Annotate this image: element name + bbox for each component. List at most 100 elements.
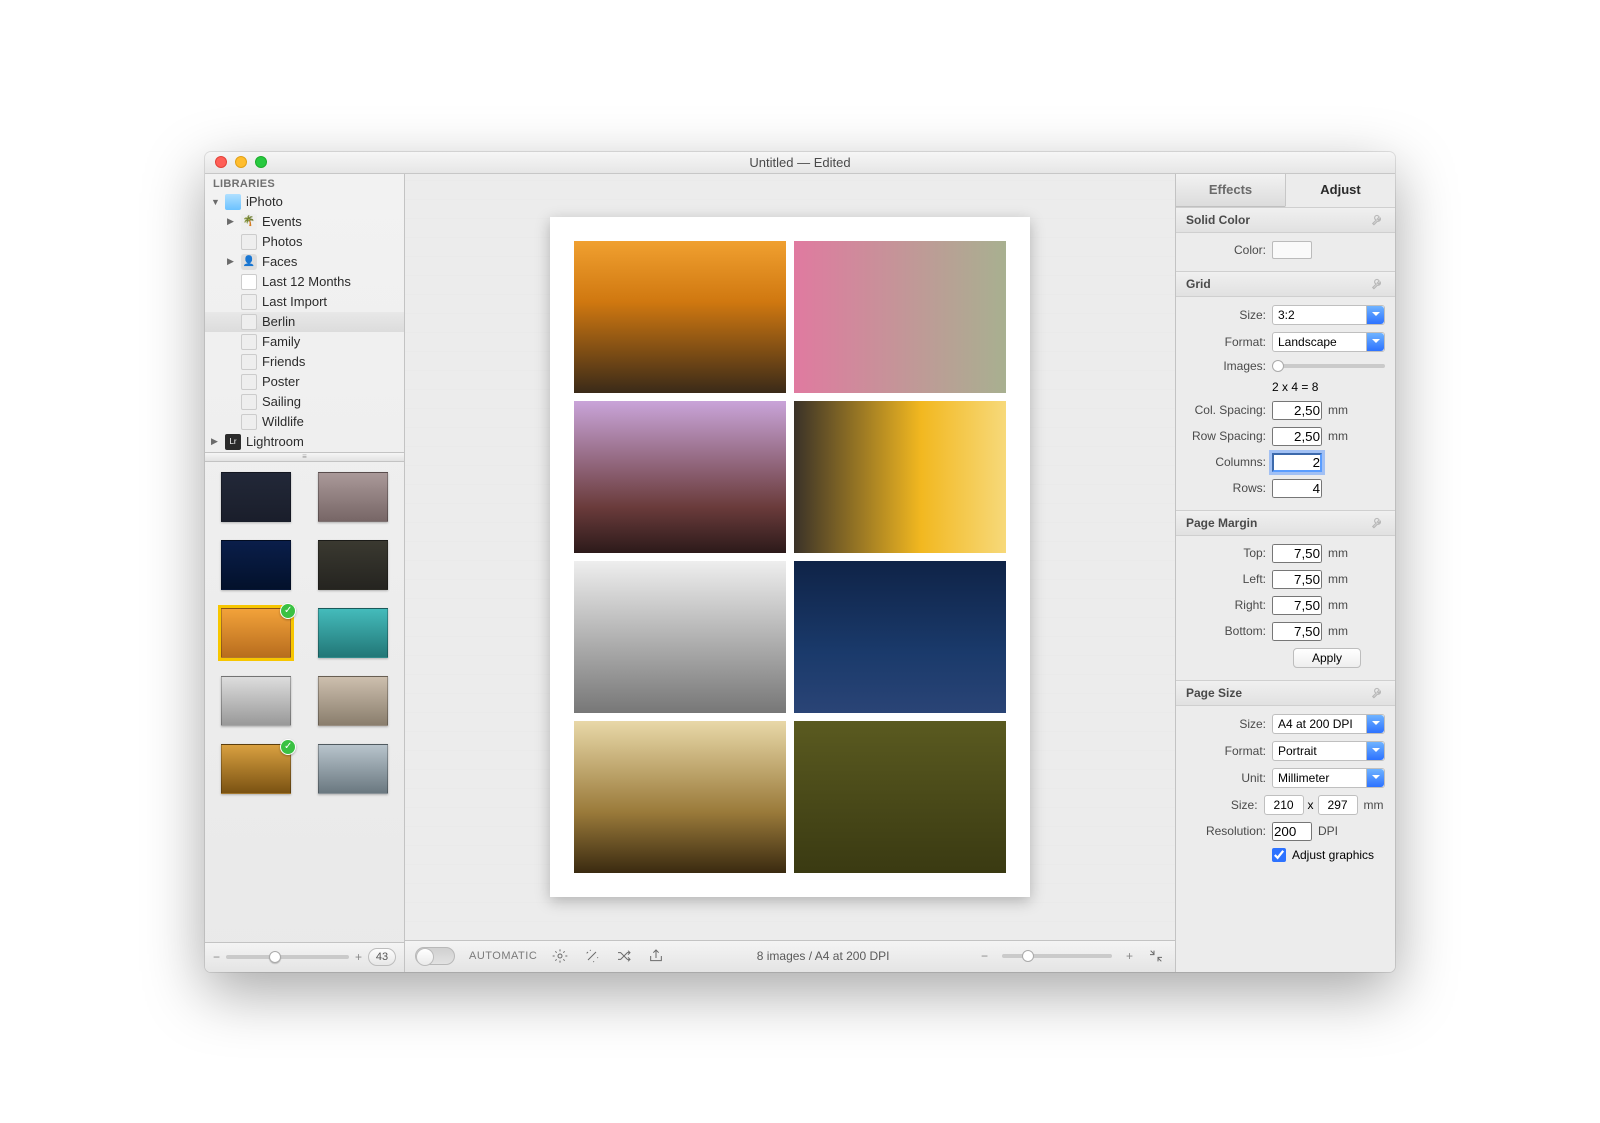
page-size-select[interactable]: A4 at 200 DPI xyxy=(1272,714,1385,734)
sidebar-item-events[interactable]: ▶ 🌴 Events xyxy=(205,212,404,232)
automatic-toggle[interactable] xyxy=(415,947,455,965)
wrench-icon[interactable] xyxy=(1371,213,1385,227)
magic-wand-icon[interactable] xyxy=(583,947,601,965)
sidebar-item-berlin[interactable]: Berlin xyxy=(205,312,404,332)
section-title: Grid xyxy=(1186,277,1211,291)
thumb-count-badge: 43 xyxy=(368,948,396,966)
wrench-icon[interactable] xyxy=(1371,277,1385,291)
calendar-icon xyxy=(241,274,257,290)
album-icon xyxy=(241,294,257,310)
disclosure-down-icon[interactable]: ▼ xyxy=(211,197,220,207)
sidebar-item-sailing[interactable]: Sailing xyxy=(205,392,404,412)
shuffle-icon[interactable] xyxy=(615,947,633,965)
grid-format-select[interactable]: Landscape xyxy=(1272,332,1385,352)
library-iphoto[interactable]: ▼ iPhoto xyxy=(205,192,404,212)
apply-button[interactable]: Apply xyxy=(1293,648,1361,668)
canvas-zoom-slider[interactable] xyxy=(1002,954,1112,958)
thumbnail[interactable] xyxy=(221,472,291,522)
margin-left-field[interactable] xyxy=(1272,570,1322,589)
rows-label: Rows: xyxy=(1186,481,1266,495)
page-format-select[interactable]: Portrait xyxy=(1272,741,1385,761)
disclosure-right-icon[interactable]: ▶ xyxy=(227,256,236,267)
sidebar-item-family[interactable]: Family xyxy=(205,332,404,352)
grid-images-formula: 2 x 4 = 8 xyxy=(1272,380,1318,394)
grid-cell[interactable] xyxy=(574,561,786,713)
gear-icon[interactable] xyxy=(551,947,569,965)
share-icon[interactable] xyxy=(647,947,665,965)
canvas-zoom-in[interactable]: + xyxy=(1126,949,1133,963)
margin-top-field[interactable] xyxy=(1272,544,1322,563)
sidebar-item-label: Wildlife xyxy=(262,414,304,429)
grid-cell[interactable] xyxy=(574,721,786,873)
sidebar-divider[interactable] xyxy=(205,452,404,462)
sidebar-item-friends[interactable]: Friends xyxy=(205,352,404,372)
sidebar-item-last12[interactable]: Last 12 Months xyxy=(205,272,404,292)
sidebar-item-label: Events xyxy=(262,214,302,229)
app-body: LIBRARIES ▼ iPhoto ▶ 🌴 Events Photos xyxy=(205,174,1395,972)
tab-effects[interactable]: Effects xyxy=(1176,174,1285,207)
sidebar-item-label: Photos xyxy=(262,234,302,249)
color-swatch[interactable] xyxy=(1272,241,1312,259)
adjust-graphics-checkbox[interactable] xyxy=(1272,848,1286,862)
page-size-label: Size: xyxy=(1186,717,1266,731)
grid-cell[interactable] xyxy=(794,561,1006,713)
row-spacing-field[interactable] xyxy=(1272,427,1322,446)
resolution-field[interactable] xyxy=(1272,822,1312,841)
sidebar-item-wildlife[interactable]: Wildlife xyxy=(205,412,404,432)
margin-bottom-field[interactable] xyxy=(1272,622,1322,641)
page-width-field[interactable] xyxy=(1264,795,1304,815)
grid-images-slider[interactable] xyxy=(1272,364,1385,368)
thumbnail[interactable] xyxy=(318,472,388,522)
app-window: Untitled — Edited LIBRARIES ▼ iPhoto ▶ 🌴… xyxy=(205,152,1395,972)
thumbnail[interactable] xyxy=(318,676,388,726)
exit-fullscreen-icon[interactable] xyxy=(1147,947,1165,965)
grid-cell[interactable] xyxy=(574,401,786,553)
chevron-down-icon xyxy=(1366,333,1384,351)
canvas-zoom-out[interactable]: − xyxy=(981,949,988,963)
wrench-icon[interactable] xyxy=(1371,686,1385,700)
zoom-out-button[interactable]: − xyxy=(213,950,220,964)
disclosure-right-icon[interactable]: ▶ xyxy=(227,216,236,227)
used-checkmark-icon: ✓ xyxy=(280,739,296,755)
section-title: Solid Color xyxy=(1186,213,1250,227)
sidebar-item-faces[interactable]: ▶ 👤 Faces xyxy=(205,252,404,272)
page[interactable] xyxy=(550,217,1030,897)
library-lightroom[interactable]: ▶ Lr Lightroom xyxy=(205,432,404,452)
thumbnail[interactable]: ✓ xyxy=(221,744,291,794)
tab-adjust[interactable]: Adjust xyxy=(1285,174,1395,207)
section-title: Page Size xyxy=(1186,686,1242,700)
columns-field[interactable] xyxy=(1272,453,1322,472)
sidebar-item-label: Friends xyxy=(262,354,305,369)
thumb-size-slider[interactable] xyxy=(226,955,349,959)
section-page-size: Page Size xyxy=(1176,680,1395,706)
canvas[interactable] xyxy=(405,174,1175,940)
grid-cell[interactable] xyxy=(574,241,786,393)
thumbnail[interactable] xyxy=(318,540,388,590)
album-icon xyxy=(241,394,257,410)
sidebar-item-poster[interactable]: Poster xyxy=(205,372,404,392)
grid-cell[interactable] xyxy=(794,401,1006,553)
thumbnail[interactable] xyxy=(318,744,388,794)
thumbnail[interactable] xyxy=(221,540,291,590)
grid-cell[interactable] xyxy=(794,721,1006,873)
thumbnail[interactable] xyxy=(221,676,291,726)
lightroom-icon: Lr xyxy=(225,434,241,450)
col-spacing-field[interactable] xyxy=(1272,401,1322,420)
page-grid xyxy=(574,241,1006,873)
rows-field[interactable] xyxy=(1272,479,1322,498)
page-height-field[interactable] xyxy=(1318,795,1358,815)
disclosure-right-icon[interactable]: ▶ xyxy=(211,436,220,447)
margin-right-field[interactable] xyxy=(1272,596,1322,615)
thumbnail[interactable] xyxy=(318,608,388,658)
sidebar-item-photos[interactable]: Photos xyxy=(205,232,404,252)
grid-size-select[interactable]: 3:2 xyxy=(1272,305,1385,325)
thumbnail-selected[interactable]: ✓ xyxy=(221,608,291,658)
sidebar-item-lastimport[interactable]: Last Import xyxy=(205,292,404,312)
wrench-icon[interactable] xyxy=(1371,516,1385,530)
titlebar: Untitled — Edited xyxy=(205,152,1395,174)
window-title: Untitled — Edited xyxy=(205,155,1395,170)
zoom-in-button[interactable]: + xyxy=(355,950,362,964)
page-unit-select[interactable]: Millimeter xyxy=(1272,768,1385,788)
grid-cell[interactable] xyxy=(794,241,1006,393)
adjust-graphics-label: Adjust graphics xyxy=(1292,848,1374,862)
